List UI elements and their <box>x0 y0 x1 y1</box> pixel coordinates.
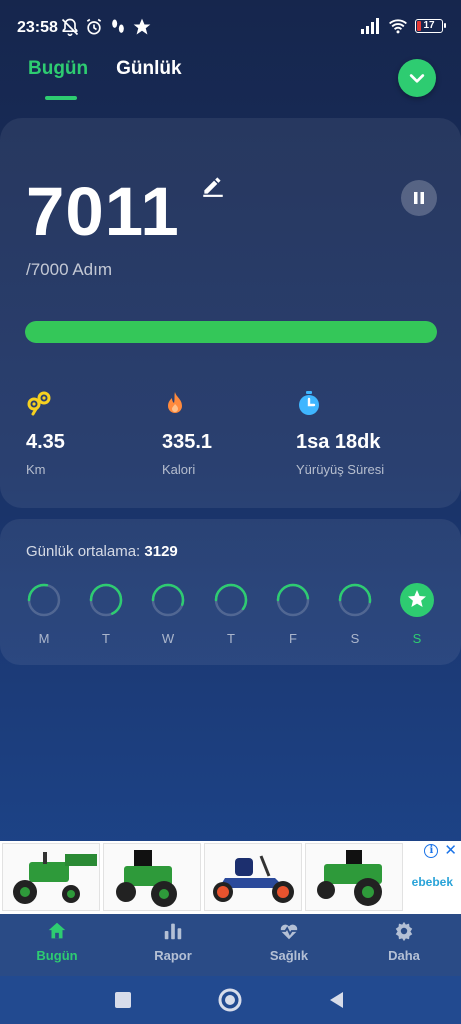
collapse-button[interactable] <box>398 59 436 97</box>
step-progress-bar <box>25 321 437 343</box>
day-progress-ring <box>151 583 185 617</box>
walk-time-value: 1sa 18dk <box>296 431 381 453</box>
day-6[interactable]: S <box>399 582 435 646</box>
steps-card: 7011 /7000 Adım 4.35 Km 335.1 Kalori 1sa… <box>0 118 461 508</box>
ad-product-image[interactable] <box>103 843 201 911</box>
toy-tractor-image <box>116 850 177 907</box>
day-1[interactable]: T <box>88 582 124 646</box>
ad-info-icon[interactable]: i <box>424 844 439 858</box>
day-label: M <box>38 631 50 646</box>
distance-label: Km <box>26 462 46 477</box>
weekly-card[interactable]: Günlük ortalama: 3129 M T W T F S S <box>0 519 461 665</box>
bottom-nav: Bugün Rapor Sağlık Daha <box>0 914 461 976</box>
star-icon <box>133 18 151 35</box>
nav-item-bugun[interactable]: Bugün <box>7 920 107 963</box>
pause-icon <box>414 192 424 204</box>
home-icon <box>48 922 66 939</box>
go-kart-image <box>213 855 294 903</box>
bell-off-icon <box>61 18 79 37</box>
heart-pulse-icon <box>280 924 298 940</box>
ad-product-image[interactable] <box>204 843 302 911</box>
star-badge-icon <box>400 583 434 617</box>
day-progress-ring <box>89 583 123 617</box>
battery-level: 17 <box>423 20 435 31</box>
day-2[interactable]: W <box>150 582 186 646</box>
flame-icon <box>168 392 182 413</box>
circle-icon <box>218 988 242 1012</box>
tab-gunluk[interactable]: Günlük <box>116 58 181 80</box>
daily-average-label: Günlük ortalama: <box>26 543 141 560</box>
tab-bugun[interactable]: Bugün <box>28 58 88 80</box>
bar-chart-icon <box>164 923 182 940</box>
nav-item-saglik[interactable]: Sağlık <box>239 920 339 963</box>
gear-icon <box>395 921 413 942</box>
day-label: T <box>102 631 110 646</box>
step-goal: /7000 Adım <box>26 260 113 279</box>
day-5[interactable]: S <box>337 582 373 646</box>
step-count: 7011 <box>26 173 180 250</box>
ad-close-icon[interactable]: ✕ <box>444 843 457 858</box>
walk-time-label: Yürüyüş Süresi <box>296 462 385 477</box>
ad-product-image[interactable] <box>2 843 100 911</box>
daily-average: Günlük ortalama: 3129 <box>26 543 178 560</box>
day-3[interactable]: T <box>213 582 249 646</box>
day-progress-ring <box>338 583 372 617</box>
pause-button[interactable] <box>401 180 437 216</box>
home-button[interactable] <box>216 986 244 1014</box>
calories-label: Kalori <box>162 462 196 477</box>
nav-label-daha: Daha <box>388 948 420 963</box>
distance-icon <box>27 391 51 416</box>
step-progress-fill <box>25 321 437 343</box>
day-label: S <box>412 631 422 646</box>
triangle-back-icon <box>330 992 343 1008</box>
status-bar: 23:58 17 <box>0 0 461 56</box>
day-label: F <box>289 631 297 646</box>
stat-distance: 4.35 Km <box>26 390 65 477</box>
calories-value: 335.1 <box>162 431 213 453</box>
nav-item-rapor[interactable]: Rapor <box>123 920 223 963</box>
status-notification-icons <box>60 17 152 37</box>
square-icon <box>115 992 131 1008</box>
distance-value: 4.35 <box>26 431 65 453</box>
toy-tractor-image <box>317 850 382 906</box>
daily-average-value: 3129 <box>144 543 178 560</box>
toy-tractor-image <box>13 852 97 904</box>
status-system-icons: 17 <box>361 18 446 34</box>
day-label: T <box>227 631 235 646</box>
chevron-down-icon <box>409 74 425 83</box>
day-progress-ring <box>214 583 248 617</box>
day-4[interactable]: F <box>275 582 311 646</box>
nav-label-rapor: Rapor <box>154 948 192 963</box>
system-nav-bar <box>0 976 461 1024</box>
nav-label-saglik: Sağlık <box>269 948 309 963</box>
back-button[interactable] <box>323 986 351 1014</box>
day-progress-ring <box>276 583 310 617</box>
stat-walk-time: 1sa 18dk Yürüyüş Süresi <box>296 390 384 477</box>
wifi-icon <box>389 19 407 34</box>
ad-product-image[interactable] <box>305 843 403 911</box>
alarm-icon <box>86 18 102 35</box>
top-tabs: Bugün Günlük <box>28 58 182 80</box>
steps-icon <box>112 19 124 33</box>
ad-brand-logo[interactable]: ebebek <box>412 875 453 889</box>
nav-item-daha[interactable]: Daha <box>354 920 454 963</box>
stat-calories: 335.1 Kalori <box>162 390 212 477</box>
edit-icon[interactable] <box>200 172 226 198</box>
day-0[interactable]: M <box>26 582 62 646</box>
ad-controls: i ✕ <box>424 843 457 858</box>
timer-icon <box>299 391 319 415</box>
day-progress-ring <box>27 583 61 617</box>
battery-icon: 17 <box>415 19 446 33</box>
ad-banner[interactable]: i ✕ ebebek <box>0 841 461 914</box>
signal-icon <box>361 18 379 34</box>
day-label: W <box>161 631 175 646</box>
nav-label-bugun: Bugün <box>36 948 78 963</box>
day-label: S <box>350 631 360 646</box>
tab-indicator <box>45 96 77 100</box>
recents-button[interactable] <box>109 986 137 1014</box>
status-time: 23:58 <box>17 19 58 36</box>
